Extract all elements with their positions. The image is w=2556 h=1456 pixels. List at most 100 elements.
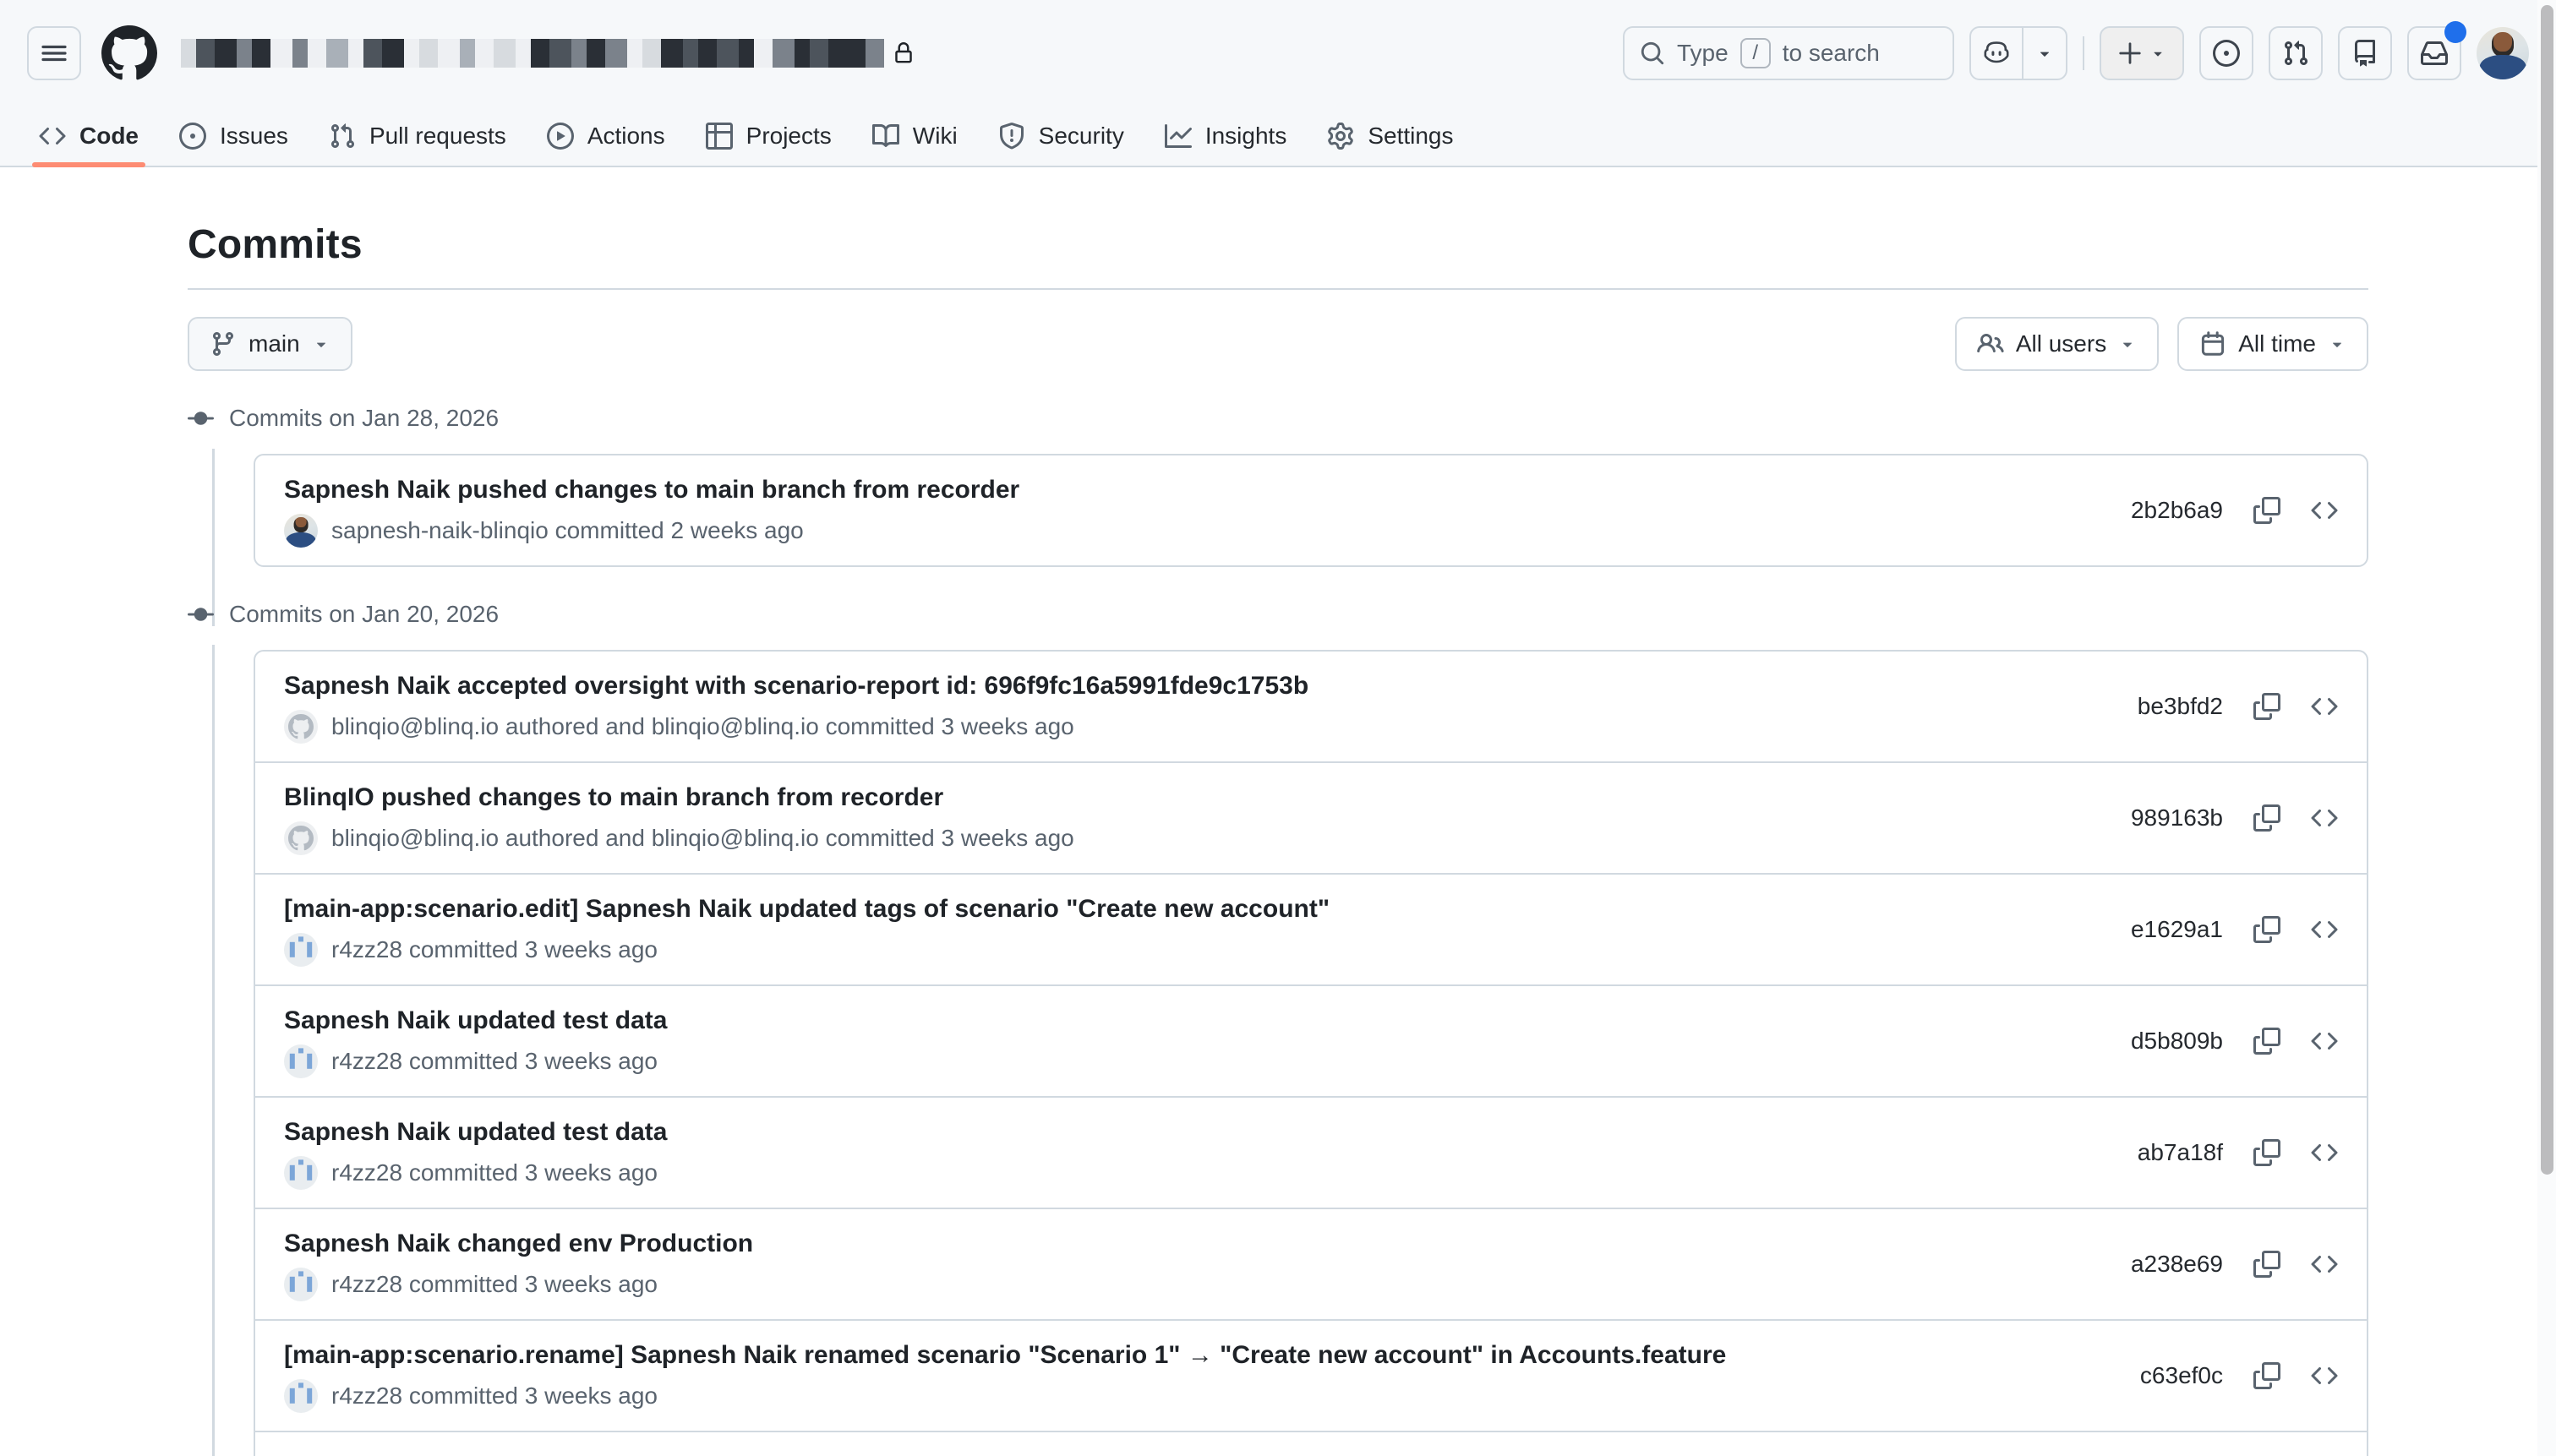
tab-label: Settings (1368, 123, 1453, 150)
tab-projects[interactable]: Projects (691, 106, 847, 166)
commit-sha[interactable]: c63ef0c (2140, 1362, 2223, 1389)
repo-nav: Code Issues Pull requests Actions Projec… (24, 106, 2529, 166)
code-icon (2311, 693, 2338, 720)
copilot-button[interactable] (1969, 26, 2067, 80)
calendar-icon (2199, 330, 2226, 357)
browse-files-button[interactable] (2311, 804, 2338, 832)
browse-files-button[interactable] (2311, 1028, 2338, 1055)
commit-meta-line: r4zz28 committed 3 weeks ago (284, 1268, 753, 1301)
commit-title-link[interactable]: [main-app:scenario.rename] Sapnesh Naik … (284, 1339, 1726, 1372)
browse-files-button[interactable] (2311, 693, 2338, 720)
issues-header-button[interactable] (2199, 26, 2253, 80)
tab-security[interactable]: Security (983, 106, 1139, 166)
notifications-inbox-button[interactable] (2407, 26, 2461, 80)
hamburger-menu-button[interactable] (27, 26, 81, 80)
browse-files-button[interactable] (2311, 1251, 2338, 1278)
copy-sha-button[interactable] (2253, 497, 2280, 524)
tab-wiki[interactable]: Wiki (857, 106, 973, 166)
commit-row: Sapnesh Naik changed env Production r4zz… (255, 1208, 2367, 1319)
browse-files-button[interactable] (2311, 1139, 2338, 1166)
copy-sha-button[interactable] (2253, 1139, 2280, 1166)
commit-row: [main-app:scenario.rename] Sapnesh Naik … (255, 1319, 2367, 1431)
copy-sha-button[interactable] (2253, 693, 2280, 720)
commit-meta-line: r4zz28 committed 3 weeks ago (284, 1156, 667, 1190)
commit-meta-line: r4zz28 committed 3 weeks ago (284, 1379, 1726, 1413)
github-logo-icon[interactable] (101, 25, 157, 81)
copy-icon (2253, 1362, 2280, 1389)
browse-files-button[interactable] (2311, 916, 2338, 943)
commit-group-header: Commits on Jan 28, 2026 (188, 405, 2368, 432)
tab-insights[interactable]: Insights (1150, 106, 1303, 166)
commit-meta-text: r4zz28 committed 3 weeks ago (331, 1271, 658, 1298)
header-divider (2083, 36, 2084, 70)
tab-code[interactable]: Code (24, 106, 154, 166)
branch-selector-button[interactable]: main (188, 317, 352, 371)
copy-sha-button[interactable] (2253, 1028, 2280, 1055)
commit-group-date: Commits on Jan 20, 2026 (229, 601, 499, 628)
commit-sha[interactable]: e1629a1 (2131, 916, 2223, 943)
all-time-filter-button[interactable]: All time (2177, 317, 2368, 371)
tab-actions[interactable]: Actions (532, 106, 680, 166)
issue-opened-icon (2213, 40, 2240, 67)
commit-meta-text: r4zz28 committed 3 weeks ago (331, 936, 658, 963)
title-divider (188, 288, 2368, 290)
commit-title-link[interactable]: BlinqIO pushed changes to main branch fr… (284, 781, 1074, 815)
commit-meta-text: r4zz28 committed 3 weeks ago (331, 1159, 658, 1186)
commit-sha[interactable]: ab7a18f (2138, 1139, 2223, 1166)
git-commit-icon (188, 602, 214, 628)
copy-sha-button[interactable] (2253, 1362, 2280, 1389)
copy-icon (2253, 804, 2280, 832)
commit-sha[interactable]: 2b2b6a9 (2131, 497, 2223, 524)
repositories-header-button[interactable] (2338, 26, 2392, 80)
commit-row: Sapnesh Naik renamed feature Feature 1 t… (255, 1431, 2367, 1456)
commit-title-link[interactable]: Sapnesh Naik changed env Production (284, 1227, 753, 1261)
commit-card: Sapnesh Naik pushed changes to main bran… (254, 454, 2368, 567)
commit-title-link[interactable]: [main-app:scenario.edit] Sapnesh Naik up… (284, 892, 1330, 926)
git-pull-request-icon (2282, 40, 2309, 67)
commit-author-avatar (284, 1044, 318, 1078)
tab-pull-requests[interactable]: Pull requests (314, 106, 522, 166)
git-commit-icon (188, 406, 214, 432)
commit-title-link[interactable]: Sapnesh Naik accepted oversight with sce… (284, 669, 1308, 703)
copy-sha-button[interactable] (2253, 916, 2280, 943)
commit-sha[interactable]: a238e69 (2131, 1251, 2223, 1278)
github-header: Type / to search (0, 0, 2556, 167)
user-avatar[interactable] (2477, 27, 2529, 79)
inbox-icon (2421, 40, 2448, 67)
tab-label: Code (79, 123, 139, 150)
browse-files-button[interactable] (2311, 497, 2338, 524)
pull-requests-header-button[interactable] (2269, 26, 2323, 80)
plus-icon (2117, 41, 2143, 66)
tab-label: Insights (1205, 123, 1287, 150)
commit-sha[interactable]: d5b809b (2131, 1028, 2223, 1055)
commit-author-avatar (284, 821, 318, 855)
tab-icon (39, 123, 66, 150)
people-icon (1977, 330, 2004, 357)
commit-author-avatar (284, 1379, 318, 1413)
create-new-button[interactable] (2100, 26, 2184, 80)
all-users-filter-button[interactable]: All users (1955, 317, 2159, 371)
scrollbar-thumb[interactable] (2541, 5, 2553, 1175)
copy-sha-button[interactable] (2253, 804, 2280, 832)
browse-files-button[interactable] (2311, 1362, 2338, 1389)
commit-sha[interactable]: 989163b (2131, 804, 2223, 832)
commit-title-link[interactable]: Sapnesh Naik pushed changes to main bran… (284, 473, 1019, 507)
branch-name: main (248, 330, 300, 357)
commit-title-link[interactable]: Sapnesh Naik renamed feature Feature 1 t… (284, 1450, 927, 1456)
copy-icon (2253, 1139, 2280, 1166)
tab-settings[interactable]: Settings (1312, 106, 1468, 166)
commit-author-avatar (284, 514, 318, 548)
search-input[interactable]: Type / to search (1623, 26, 1954, 80)
commit-row: [main-app:scenario.edit] Sapnesh Naik up… (255, 873, 2367, 984)
commit-author-avatar (284, 1268, 318, 1301)
code-icon (2311, 1028, 2338, 1055)
git-branch-icon (210, 330, 237, 357)
commit-sha[interactable]: be3bfd2 (2138, 693, 2223, 720)
code-icon (2311, 804, 2338, 832)
commit-meta-text: blinqio@blinq.io authored and blinqio@bl… (331, 825, 1074, 852)
copy-sha-button[interactable] (2253, 1251, 2280, 1278)
tab-issues[interactable]: Issues (164, 106, 303, 166)
commit-title-link[interactable]: Sapnesh Naik updated test data (284, 1115, 667, 1149)
triangle-down-icon (312, 335, 330, 353)
commit-title-link[interactable]: Sapnesh Naik updated test data (284, 1004, 667, 1038)
